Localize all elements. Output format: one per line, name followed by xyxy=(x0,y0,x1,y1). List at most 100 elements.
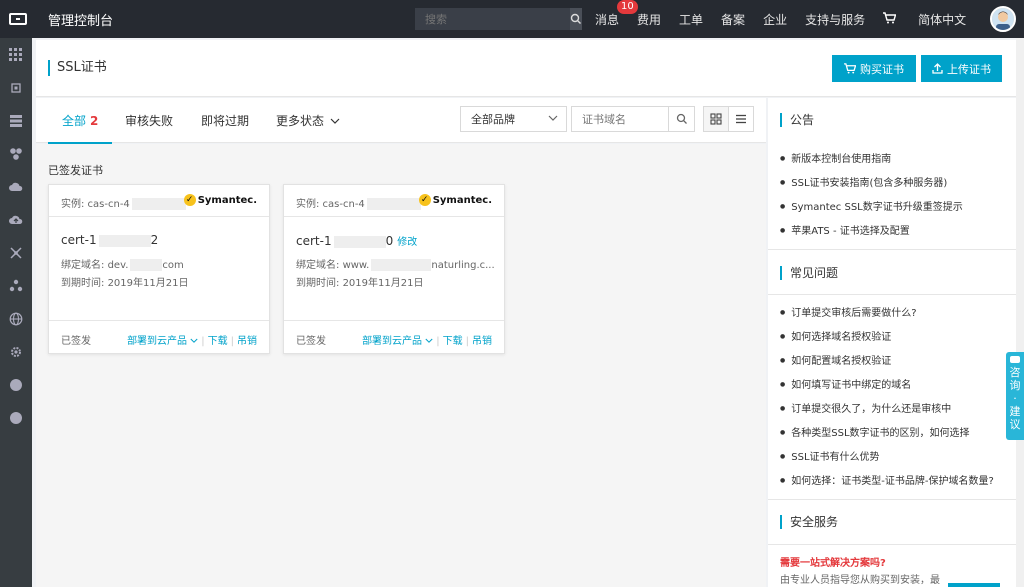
search-button[interactable] xyxy=(570,8,582,30)
faq-item[interactable]: 如何配置域名授权验证 xyxy=(780,349,994,373)
certificate-card: 实例: cas-cn-4 ✓ Symantec. cert-1 0 修改 绑定域名: … xyxy=(283,184,505,354)
faq-item[interactable]: 各种类型SSL数字证书的区别，如何选择 xyxy=(780,421,994,445)
bound-domain-suffix: com xyxy=(162,260,184,271)
nav-billing[interactable]: 费用 xyxy=(637,11,661,28)
tab-more-status[interactable]: 更多状态 xyxy=(276,112,340,129)
grid-view-button[interactable] xyxy=(703,106,729,132)
search-icon xyxy=(676,113,687,124)
edit-name-link[interactable]: 修改 xyxy=(397,237,417,248)
check-icon: ✓ xyxy=(418,194,431,206)
expiry-label: 到期时间: xyxy=(61,278,105,289)
divider xyxy=(768,294,1016,295)
consult-feedback-button[interactable]: 咨 询 · 建 议 xyxy=(1006,352,1024,440)
status-badge: 已签发 xyxy=(296,336,326,347)
consult-char: · xyxy=(1013,392,1017,405)
separator: | xyxy=(436,336,440,347)
brand-select-value: 全部品牌 xyxy=(471,113,515,126)
nav-icp[interactable]: 备案 xyxy=(721,11,745,28)
page-scrollbar[interactable] xyxy=(1016,38,1024,587)
sidebar-network[interactable] xyxy=(0,137,32,170)
faq-title: 常见问题 xyxy=(780,266,838,280)
certificate-name[interactable]: cert-1 2 xyxy=(61,233,158,247)
chevron-down-icon xyxy=(190,338,198,343)
revoke-button[interactable]: 吊销 xyxy=(237,336,257,347)
instance-id-text: 实例: cas-cn-4 xyxy=(296,199,365,210)
bound-domain-suffix: naturling.c... xyxy=(431,260,495,271)
card-header: 实例: cas-cn-4 ✓ Symantec. xyxy=(49,185,269,217)
faq-item[interactable]: 如何选择域名授权验证 xyxy=(780,325,994,349)
language-switch[interactable]: 简体中文 xyxy=(918,11,966,28)
announcement-item[interactable]: SSL证书安装指南(包含多种服务器) xyxy=(780,171,963,195)
announcement-item[interactable]: Symantec SSL数字证书升级重签提示 xyxy=(780,195,963,219)
faq-item[interactable]: 订单提交审核后需要做什么? xyxy=(780,301,994,325)
sidebar-storage[interactable] xyxy=(0,104,32,137)
certificate-name[interactable]: cert-1 0 修改 xyxy=(296,233,417,248)
sidebar-global[interactable] xyxy=(0,302,32,335)
domain-search-input[interactable] xyxy=(571,106,669,132)
buy-certificate-button[interactable]: 购买证书 xyxy=(832,55,916,82)
download-button[interactable]: 下载 xyxy=(208,336,228,347)
domain-search-button[interactable] xyxy=(668,106,695,132)
faq-item[interactable]: 订单提交很久了，为什么还是审核中 xyxy=(780,397,994,421)
announcement-item[interactable]: 苹果ATS - 证书选择及配置 xyxy=(780,219,963,243)
tab-expiring-soon[interactable]: 即将过期 xyxy=(201,112,249,129)
cart-icon xyxy=(883,11,897,23)
sidebar-monitor[interactable] xyxy=(0,335,32,368)
card-footer: 已签发 部署到云产品 | 下载 | 吊销 xyxy=(49,320,269,353)
faq-item[interactable]: 如何填写证书中绑定的域名 xyxy=(780,373,994,397)
sidebar-cloud[interactable] xyxy=(0,170,32,203)
list-view-button[interactable] xyxy=(728,106,754,132)
user-avatar[interactable] xyxy=(990,6,1016,32)
nav-enterprise[interactable]: 企业 xyxy=(763,11,787,28)
download-button[interactable]: 下载 xyxy=(443,336,463,347)
sidebar-ecs[interactable] xyxy=(0,71,32,104)
sidebar-data[interactable] xyxy=(0,269,32,302)
sidebar-item-circle-1[interactable] xyxy=(0,368,32,401)
nav-support[interactable]: 支持与服务 xyxy=(805,11,865,28)
nav-messages[interactable]: 消息 10 xyxy=(595,0,638,28)
tab-review-failed[interactable]: 审核失败 xyxy=(125,112,173,129)
deploy-button[interactable]: 部署到云产品 xyxy=(127,336,198,347)
status-badge: 已签发 xyxy=(61,336,91,347)
redacted-block xyxy=(333,235,386,248)
certificate-name-prefix: cert-1 xyxy=(296,234,332,248)
expiry-date: 到期时间: 2019年11月21日 xyxy=(61,274,188,289)
sidebar-cdn[interactable] xyxy=(0,203,32,236)
divider xyxy=(768,544,1016,545)
left-sidebar xyxy=(0,38,32,587)
card-header: 实例: cas-cn-4 ✓ Symantec. xyxy=(284,185,504,217)
redacted-block xyxy=(98,234,151,247)
nav-messages-label: 消息 xyxy=(595,12,620,27)
console-title[interactable]: 管理控制台 xyxy=(48,10,113,29)
sidebar-item-circle-2[interactable] xyxy=(0,401,32,434)
check-icon: ✓ xyxy=(183,194,196,206)
message-badge: 10 xyxy=(617,0,638,14)
separator: | xyxy=(201,336,205,347)
upload-certificate-button[interactable]: 上传证书 xyxy=(921,55,1002,82)
list-view-icon xyxy=(736,114,746,124)
brand-select[interactable]: 全部品牌 xyxy=(460,106,567,132)
sidebar-security[interactable] xyxy=(0,236,32,269)
redacted-block xyxy=(366,198,421,210)
faq-item[interactable]: 如何选择：证书类型-证书品牌-保护域名数量? xyxy=(780,469,994,493)
tab-all[interactable]: 全部 2 xyxy=(47,112,113,144)
promo-title[interactable]: 需要一站式解决方案吗? xyxy=(780,554,886,569)
cloud-upload-icon xyxy=(9,215,23,224)
sidebar-products[interactable] xyxy=(0,38,32,71)
cart-button[interactable] xyxy=(883,11,897,27)
cross-arrows-icon xyxy=(10,246,22,259)
redacted-block xyxy=(371,259,432,271)
expiry-value: 2019年11月21日 xyxy=(107,278,189,289)
deploy-button[interactable]: 部署到云产品 xyxy=(362,336,433,347)
console-logo[interactable] xyxy=(0,0,36,38)
instance-id: 实例: cas-cn-4 xyxy=(61,195,186,210)
chat-icon xyxy=(1010,356,1020,363)
promo-button[interactable] xyxy=(948,583,1000,587)
announcement-item[interactable]: 新版本控制台使用指南 xyxy=(780,147,963,171)
consult-char: 议 xyxy=(1009,418,1021,431)
cloud-icon xyxy=(9,182,23,191)
global-search-input[interactable] xyxy=(415,12,570,26)
revoke-button[interactable]: 吊销 xyxy=(472,336,492,347)
nav-tickets[interactable]: 工单 xyxy=(679,11,703,28)
faq-item[interactable]: SSL证书有什么优势 xyxy=(780,445,994,469)
